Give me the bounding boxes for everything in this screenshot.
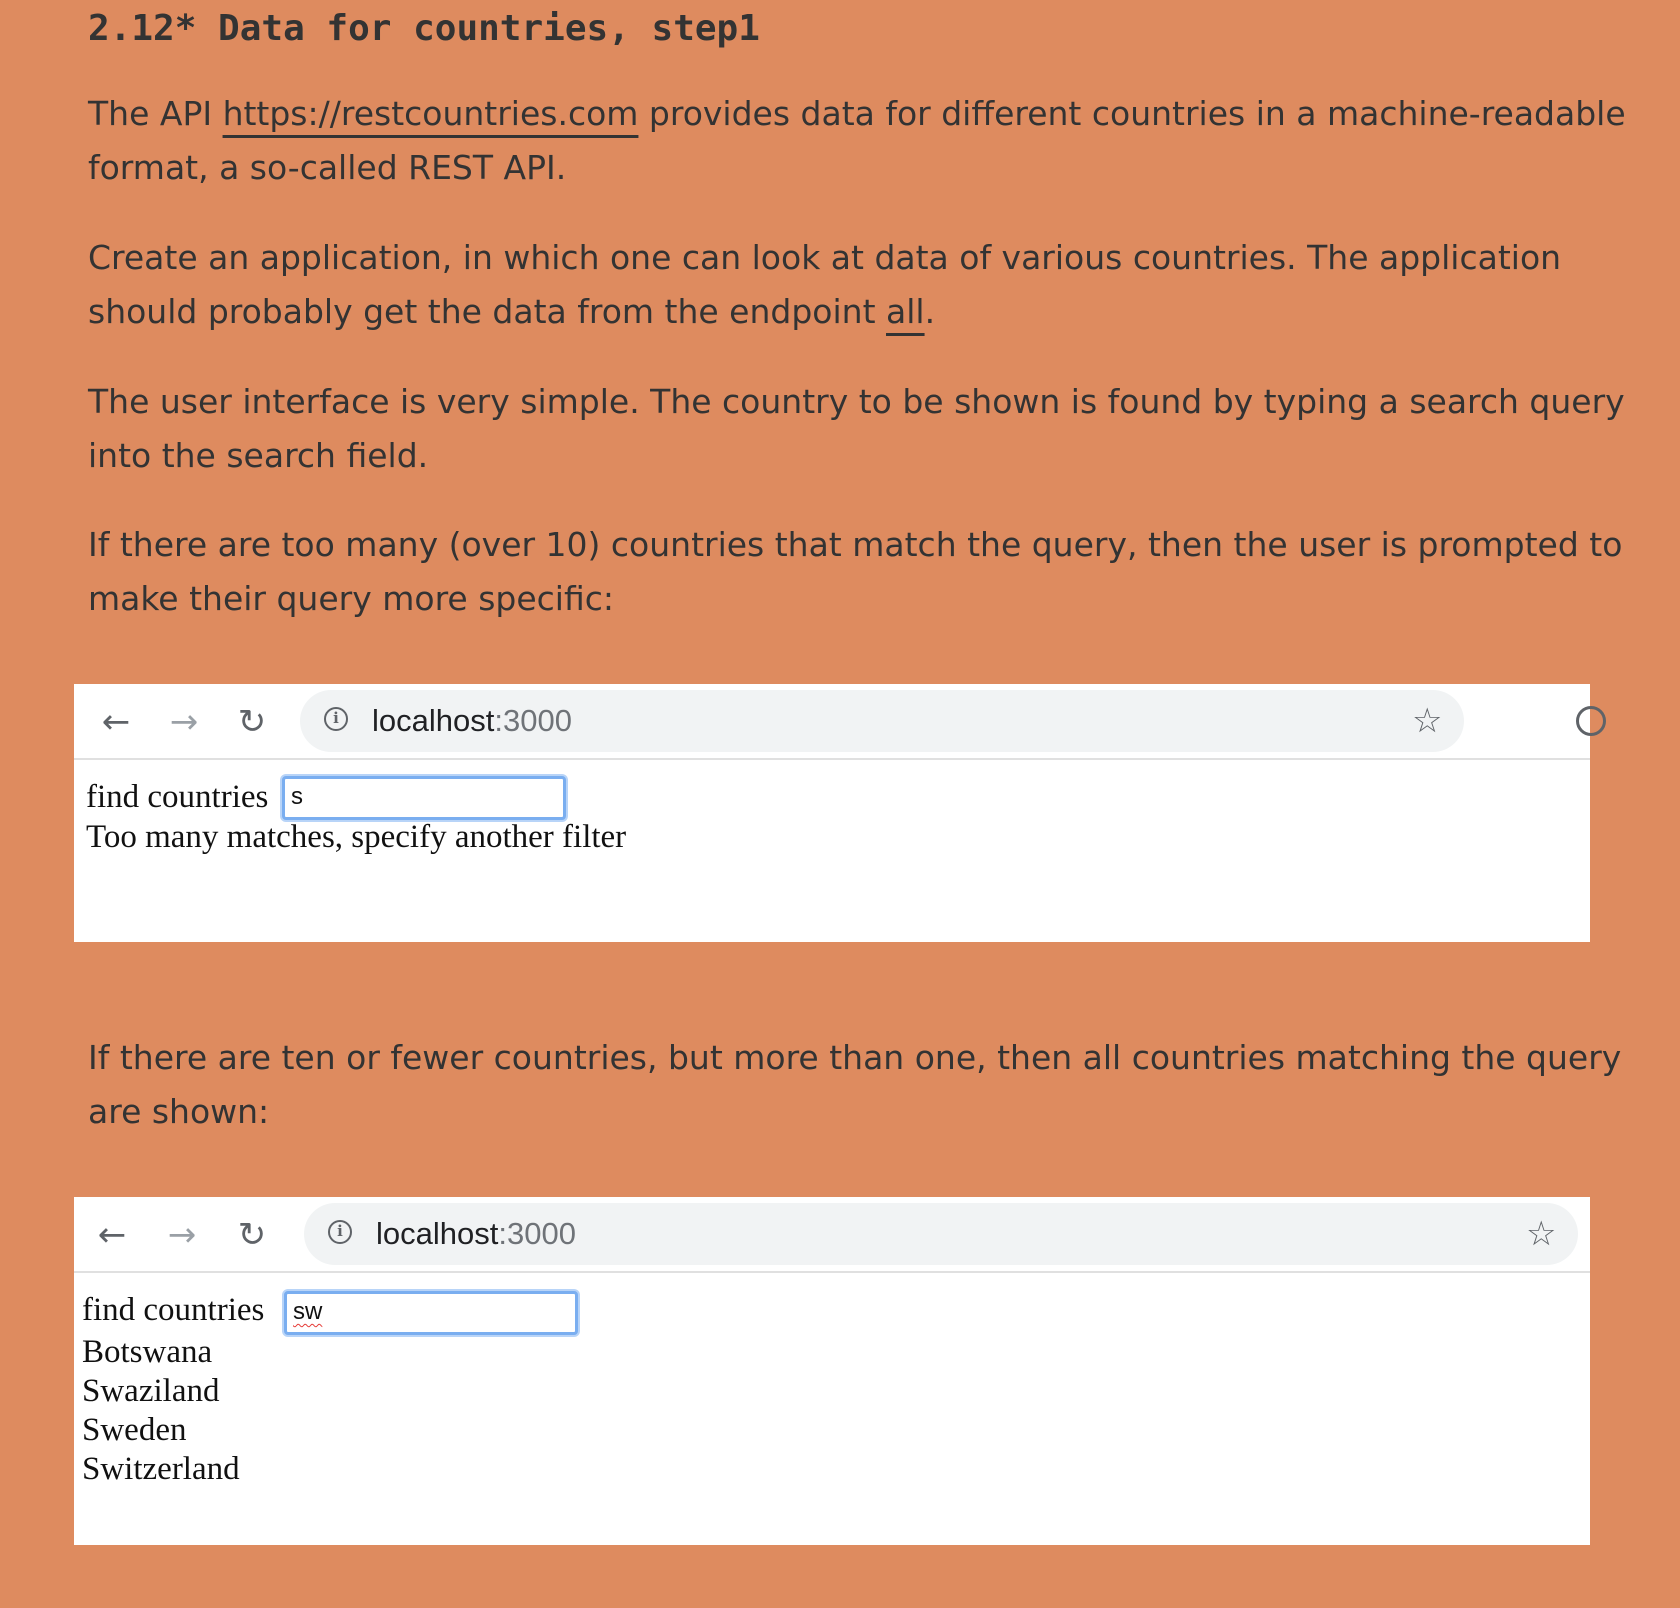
country-result: Switzerland (82, 1451, 240, 1487)
back-arrow-icon[interactable]: ← (92, 1215, 132, 1255)
country-result: Sweden (82, 1412, 187, 1448)
search-label: find countries (86, 779, 269, 815)
search-query-text: sw (293, 1298, 323, 1325)
intro-paragraph: The API https://restcountries.com provid… (88, 87, 1628, 195)
star-icon[interactable]: ☆ (1526, 1215, 1556, 1253)
url-host: localhost (372, 703, 495, 738)
star-icon[interactable]: ☆ (1412, 702, 1442, 740)
info-icon[interactable]: i (328, 1220, 352, 1244)
task-text-start: Create an application, in which one can … (88, 238, 1562, 331)
reload-icon[interactable]: ↻ (232, 1215, 272, 1255)
browser-screenshot-too-many: ← → ↻ i localhost:3000 ☆ find countries … (74, 684, 1606, 942)
forward-arrow-icon[interactable]: → (164, 702, 204, 742)
restcountries-link[interactable]: https://restcountries.com (223, 94, 639, 133)
task-paragraph: Create an application, in which one can … (88, 231, 1628, 339)
section-heading: 2.12* Data for countries, step1 (88, 8, 760, 49)
address-bar[interactable]: i localhost:3000 ☆ (304, 1203, 1578, 1265)
search-input[interactable]: s (282, 776, 566, 820)
url-port: :3000 (498, 1216, 576, 1251)
intro-text-start: The API (88, 94, 223, 133)
all-endpoint-link[interactable]: all (886, 292, 925, 331)
url-host: localhost (376, 1216, 499, 1251)
back-arrow-icon[interactable]: ← (96, 702, 136, 742)
country-result: Swaziland (82, 1373, 220, 1409)
url-text: localhost:3000 (372, 704, 572, 738)
ui-paragraph: The user interface is very simple. The c… (88, 382, 1625, 475)
country-result: Botswana (82, 1334, 213, 1370)
profile-icon[interactable] (1576, 706, 1606, 736)
address-bar[interactable]: i localhost:3000 ☆ (300, 690, 1464, 752)
browser-screenshot-matches: ← → ↻ i localhost:3000 ☆ find countries … (74, 1197, 1590, 1545)
search-label: find countries (82, 1292, 265, 1328)
forward-arrow-icon[interactable]: → (162, 1215, 202, 1255)
search-input[interactable]: sw (284, 1291, 578, 1335)
too-many-message: Too many matches, specify another filter (86, 819, 627, 855)
info-icon[interactable]: i (324, 707, 348, 731)
browser-toolbar: ← → ↻ i localhost:3000 ☆ (74, 1197, 1590, 1273)
reload-icon[interactable]: ↻ (232, 702, 272, 742)
browser-toolbar: ← → ↻ i localhost:3000 ☆ (74, 684, 1606, 760)
url-text: localhost:3000 (376, 1217, 576, 1251)
url-port: :3000 (494, 703, 572, 738)
too-many-paragraph: If there are too many (over 10) countrie… (88, 525, 1623, 618)
task-text-end: . (924, 292, 936, 331)
few-matches-paragraph: If there are ten or fewer countries, but… (88, 1038, 1622, 1131)
